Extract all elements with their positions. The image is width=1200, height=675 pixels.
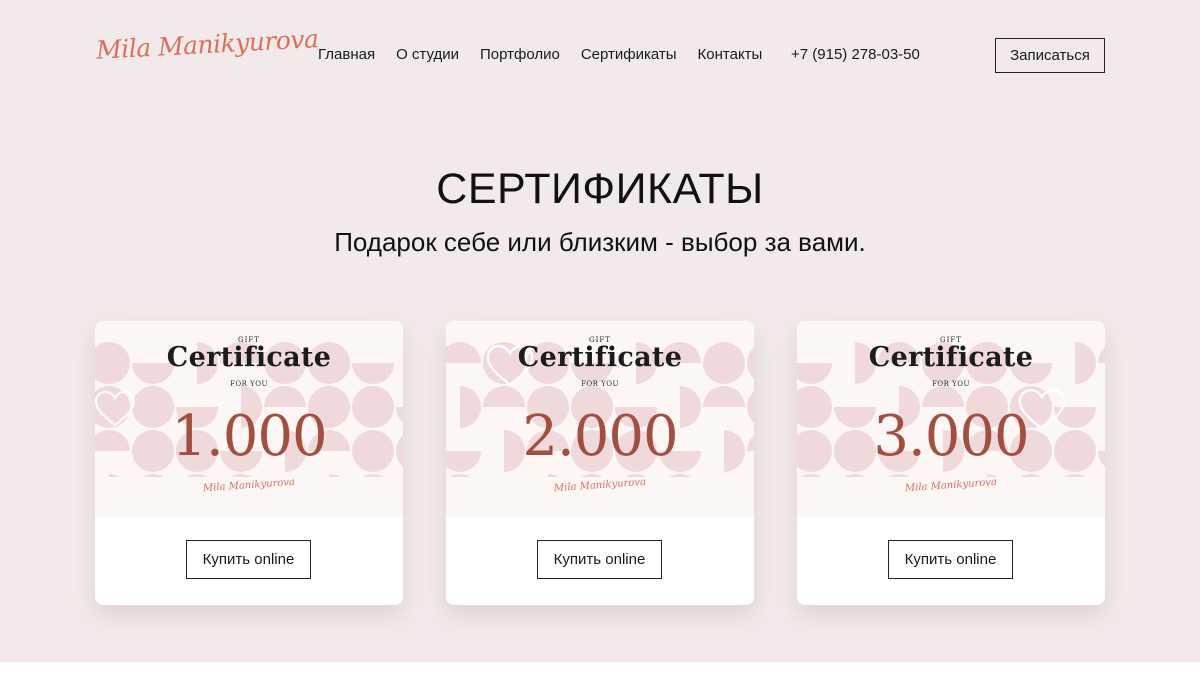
cert-amount: 2.000: [522, 404, 678, 469]
certificate-image: GIFT Certificate FOR YOU 2.000 Mila Mani…: [446, 321, 754, 517]
pattern-shape: [703, 386, 745, 407]
cert-heading: Certificate: [517, 342, 683, 373]
buy-online-button[interactable]: Купить online: [888, 540, 1013, 579]
phone-number[interactable]: +7 (915) 278-03-50: [791, 46, 920, 64]
signup-button[interactable]: Записаться: [995, 38, 1105, 73]
certificate-image: GIFT Certificate FOR YOU 1.000 Mila Mani…: [95, 321, 403, 517]
main-nav: Главная О студии Портфолио Сертификаты К…: [318, 46, 762, 64]
buy-online-button[interactable]: Купить online: [537, 540, 662, 579]
cert-for-you-label: FOR YOU: [230, 380, 268, 388]
cert-heading: Certificate: [166, 342, 332, 373]
nav-item-certificates[interactable]: Сертификаты: [581, 46, 677, 64]
nav-item-contacts[interactable]: Контакты: [698, 46, 763, 64]
page-title: СЕРТИФИКАТЫ: [436, 165, 764, 213]
cert-for-you-label: FOR YOU: [581, 380, 619, 388]
cert-amount: 3.000: [873, 404, 1029, 469]
certificate-card-1: GIFT Certificate FOR YOU 1.000 Mila Mani…: [95, 321, 403, 605]
nav-item-about[interactable]: О студии: [396, 46, 459, 64]
cert-amount: 1.000: [171, 404, 327, 469]
cert-for-you-label: FOR YOU: [932, 380, 970, 388]
page-subtitle: Подарок себе или близким - выбор за вами…: [334, 227, 866, 257]
nav-item-home[interactable]: Главная: [318, 46, 375, 64]
pattern-shape: [483, 386, 525, 407]
certificate-card-3: GIFT Certificate FOR YOU 3.000 Mila Mani…: [797, 321, 1105, 605]
buy-online-button[interactable]: Купить online: [186, 540, 311, 579]
certificate-image: GIFT Certificate FOR YOU 3.000 Mila Mani…: [797, 321, 1105, 517]
cert-heading: Certificate: [868, 342, 1034, 373]
certificate-card-2: GIFT Certificate FOR YOU 2.000 Mila Mani…: [446, 321, 754, 605]
nav-item-portfolio[interactable]: Портфолио: [480, 46, 560, 64]
